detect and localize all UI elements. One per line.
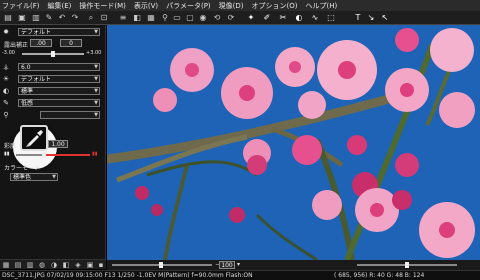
develop-panel: ✹ デフォルト ▼ 露出補正 .00 0 -3.00 +3.00 ⚶ 6.0 ▼ ☀… [0,25,106,259]
save-icon[interactable]: ▣ [17,13,27,23]
file-info-text: DSC_3711.JPG 07/02/19 09:15:00 F13 1/250… [2,272,253,279]
redo-icon[interactable]: ↷ [70,13,80,23]
list-icon[interactable]: ≡ [118,13,128,23]
menu-develop[interactable]: 現像(D) [219,1,244,11]
text-tool-icon[interactable]: T [353,13,363,23]
palette-icon[interactable]: ◍ [38,261,46,269]
contrast-icon: ◐ [2,87,10,95]
pixel-info-text: ( 685, 956) R: 40 G: 48 B: 124 [334,272,425,279]
window-icon[interactable]: ▭ [172,13,182,23]
rotate-left-icon[interactable]: ⟲ [212,13,222,23]
dropper-icon [26,130,43,147]
grid-icon[interactable]: ▦ [146,13,156,23]
zoom-slider-thumb[interactable] [159,262,163,268]
chevron-down-icon: ▼ [94,112,98,118]
curve-icon[interactable]: ∿ [310,13,320,23]
undo-icon[interactable]: ↶ [57,13,67,23]
toolbar: ▤ ▣ ▥ ✎ ↶ ↷ ⌕ ⊡ ≡ ◧ ▦ ⚲ ▭ ▢ ◉ ⟲ ⟳ ✦ ✐ ✂ … [0,11,480,25]
range-min-label: -3.00 [2,50,15,56]
fit-icon[interactable]: ⊡ [99,13,109,23]
color-icon[interactable]: ◉ [198,13,208,23]
wb-row: ⚶ 6.0 ▼ [0,62,106,72]
layers-icon[interactable]: ▤ [14,261,22,269]
zoom-dropdown-icon[interactable]: ▾ [237,261,240,268]
open-folder-icon[interactable]: ▤ [3,13,13,23]
menu-options[interactable]: オプション(O) [252,1,298,11]
camera-icon[interactable]: ◈ [74,261,82,269]
chevron-down-icon: ▼ [94,88,98,94]
color-mode-select[interactable]: 標準色 ▼ [10,173,58,181]
plum-blossom-photo [107,25,480,260]
zoom-icon[interactable]: ⌕ [86,13,96,23]
magic-wand-icon[interactable]: ✦ [246,13,256,23]
info-icon[interactable]: ▣ [86,261,94,269]
panel-bottom-toolbar: ▦ ▤ ▥ ◍ ◑ ◧ ◈ ▣ ▪ [0,259,106,269]
sharpness-row: ✎ 低感 ▼ [0,98,106,108]
exposure-label: 露出補正 [4,42,29,49]
menu-help[interactable]: ヘルプ(H) [306,1,338,11]
blend-icon[interactable]: ◐ [294,13,304,23]
crop-icon[interactable]: ✂ [278,13,288,23]
chevron-down-icon: ▼ [94,76,98,82]
menu-edit[interactable]: 編集(E) [48,1,72,11]
image-viewer[interactable] [107,25,480,260]
exposure-input[interactable]: .00 [30,39,52,47]
sun-icon: ☀ [2,75,10,83]
tone-row: ☀ デフォルト ▼ [0,74,106,84]
contrast-select[interactable]: 標準 ▼ [18,87,100,95]
gear-icon: ✹ [3,28,9,36]
saturation-label: 彩度 [4,143,17,150]
menu-view[interactable]: 表示(V) [134,1,158,11]
histogram-icon[interactable]: ▥ [26,261,34,269]
exposure-input-2[interactable]: 0 [60,39,82,47]
pen-icon: ✎ [3,99,9,107]
viewer-bottom-bar: − 100 ▾ [107,260,480,270]
brush-icon[interactable]: ⚲ [160,13,170,23]
saturation-min-label: ▮▮ [4,151,10,157]
brush-select[interactable]: ▼ [40,111,100,119]
sharpness-select[interactable]: 低感 ▼ [18,99,100,107]
brush-icon: ⚲ [3,111,9,119]
picture-mode-row: ✹ デフォルト ▼ [0,27,106,37]
frame-icon[interactable]: ▢ [185,13,195,23]
compare-icon[interactable]: ◧ [132,13,142,23]
settings-icon[interactable]: ✎ [44,13,54,23]
grid-icon[interactable]: ▦ [2,261,10,269]
menu-bar: ファイル(F) 編集(E) 操作モード(M) 表示(V) パラメータ(P) 現像… [0,0,480,11]
menu-file[interactable]: ファイル(F) [2,1,40,11]
saturation-slider-thumb[interactable] [42,152,46,158]
color-mode-label: カラーモード [4,165,41,172]
print-icon[interactable]: ▥ [31,13,41,23]
status-bar: DSC_3711.JPG 07/02/19 09:15:00 F13 1/250… [0,270,480,280]
selection-icon[interactable]: ⬚ [326,13,336,23]
saturation-track[interactable] [44,154,90,156]
pen-icon[interactable]: ✐ [262,13,272,23]
wb-select[interactable]: 6.0 ▼ [18,63,100,71]
brightness-icon: ⚶ [3,63,9,71]
zoom-input[interactable]: 100 [219,261,235,269]
saturation-track-left [16,154,44,156]
dropper-icon[interactable]: ↘ [366,13,376,23]
range-max-label: +3.00 [86,50,102,56]
arrow-icon[interactable]: ↖ [380,13,390,23]
rotate-right-icon[interactable]: ⟳ [226,13,236,23]
exposure-slider-thumb[interactable] [51,51,55,57]
saturation-max-label: ▮▮ [92,151,98,157]
contrast-row: ◐ 標準 ▼ [0,86,106,96]
menu-parameter[interactable]: パラメータ(P) [166,1,210,11]
tone-curve-icon[interactable]: ◑ [50,261,58,269]
menu-mode[interactable]: 操作モード(M) [79,1,126,11]
settings-icon[interactable]: ▪ [97,261,105,269]
brush-row: ⚲ ▼ [0,110,106,120]
dropper-tool-button[interactable] [20,125,48,151]
saturation-input[interactable]: 1.00 [48,140,68,148]
chevron-down-icon: ▼ [94,64,98,70]
picture-mode-select[interactable]: デフォルト ▼ [18,28,100,36]
chevron-down-icon: ▼ [52,174,56,180]
chevron-down-icon: ▼ [94,100,98,106]
tone-select[interactable]: デフォルト ▼ [18,75,100,83]
scrollbar-thumb[interactable] [405,262,409,268]
chevron-down-icon: ▼ [94,29,98,35]
wb-icon[interactable]: ◧ [62,261,70,269]
